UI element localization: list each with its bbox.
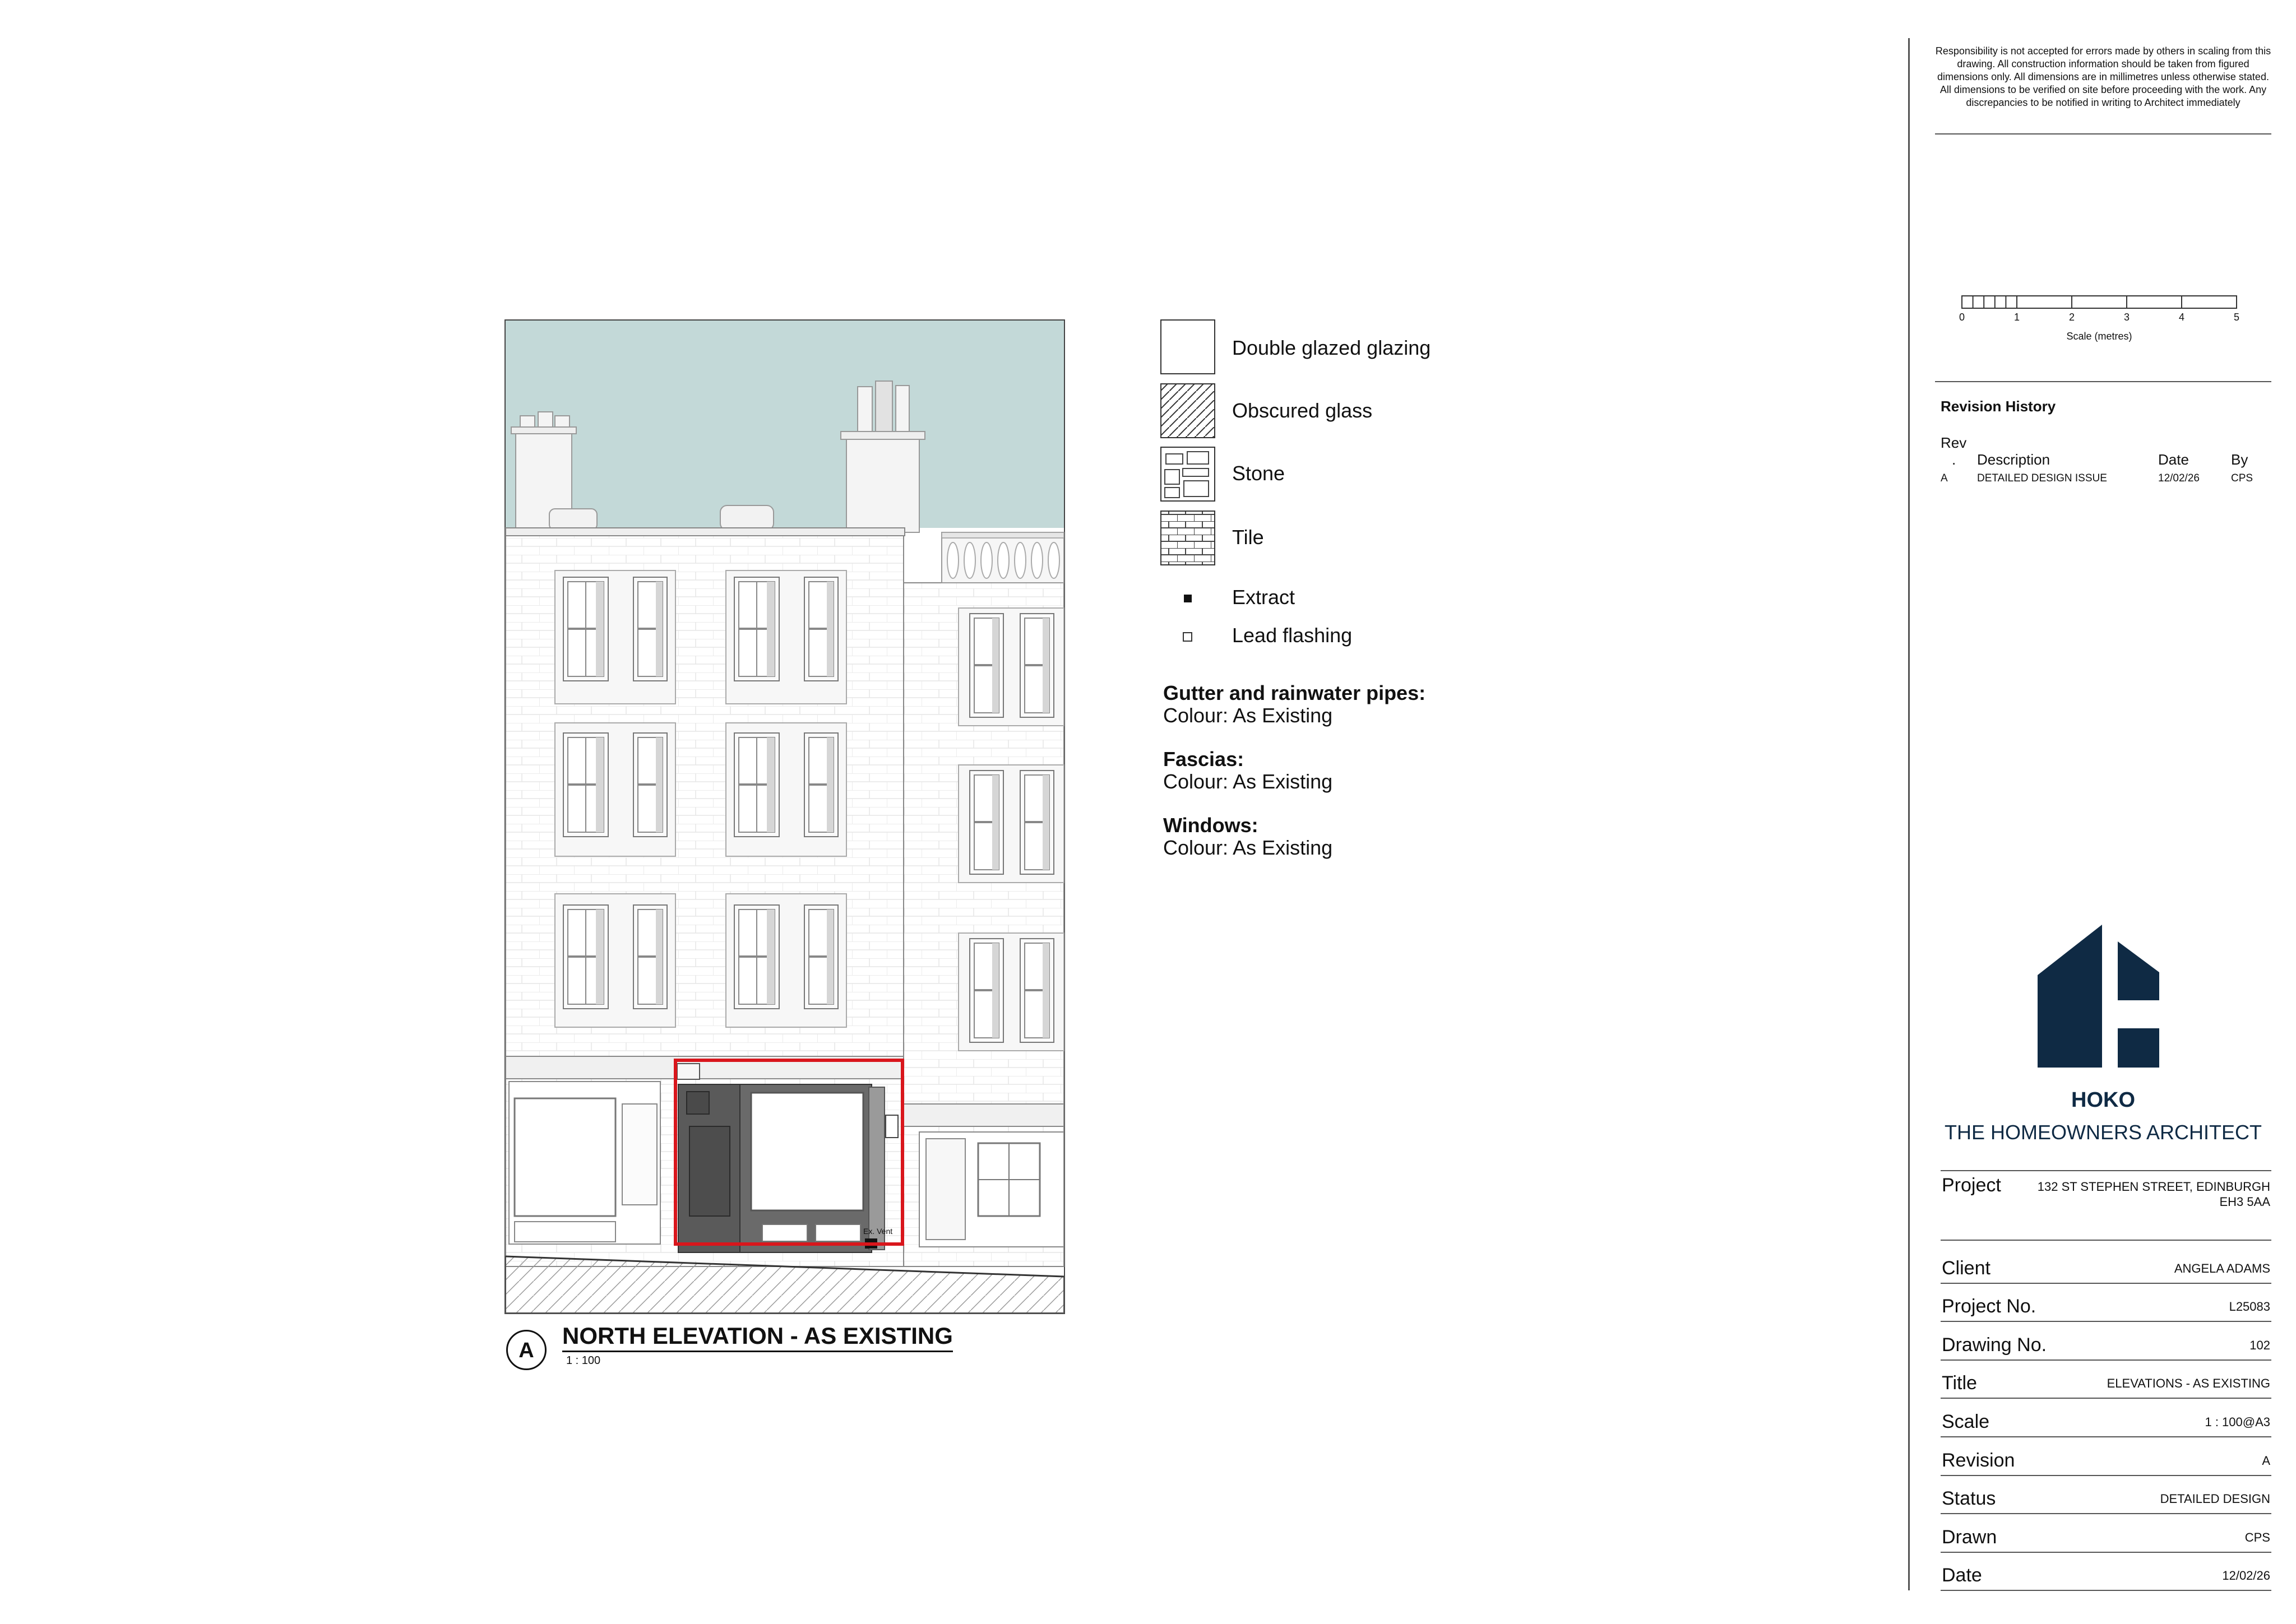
project-rule-bottom	[1941, 1240, 2271, 1241]
title-block-label: Client	[1942, 1257, 1991, 1279]
title-block-value: 1 : 100@A3	[2205, 1414, 2270, 1429]
title-block-row-drawn: Drawn CPS	[1941, 1514, 2271, 1553]
swatch-tile	[1160, 511, 1215, 565]
title-block-label: Project No.	[1942, 1296, 2036, 1317]
title-block-value: CPS	[2244, 1530, 2270, 1544]
rev-row-date: 12/02/26	[2158, 472, 2200, 484]
brand-tagline: THE HOMEOWNERS ARCHITECT	[1944, 1121, 2262, 1144]
title-block-label: Revision	[1942, 1449, 2015, 1471]
title-block-label: Title	[1942, 1372, 1977, 1394]
note-fascias-value: Colour: As Existing	[1163, 770, 1333, 793]
title-block-label: Scale	[1942, 1410, 1990, 1432]
drawing-marker: A	[506, 1330, 547, 1370]
legend-stone: Stone	[1232, 462, 1285, 485]
scale-tick-1: 1	[2014, 312, 2020, 323]
title-block-value: A	[2262, 1453, 2270, 1468]
swatch-stone	[1160, 447, 1215, 502]
title-block-label: Status	[1942, 1488, 1996, 1510]
title-block-divider	[1908, 38, 1910, 1590]
title-block-value: ANGELA ADAMS	[2174, 1261, 2270, 1275]
title-block-row-client: Client ANGELA ADAMS	[1941, 1245, 2271, 1284]
scale-tick-3: 3	[2124, 312, 2130, 323]
legend-lead-flashing: Lead flashing	[1232, 624, 1353, 647]
title-block-value: 12/02/26	[2222, 1569, 2270, 1583]
scale-tick-0: 0	[1959, 312, 1965, 323]
scale-tick-5: 5	[2234, 312, 2239, 323]
legend-extract: Extract	[1232, 586, 1295, 609]
scale-caption: Scale (metres)	[2066, 331, 2132, 342]
brand-name: HOKO	[2071, 1088, 2135, 1112]
project-label: Project	[1942, 1175, 2001, 1196]
title-block-label: Drawn	[1942, 1526, 1997, 1548]
project-rule-top	[1941, 1170, 2271, 1171]
note-gutter-value: Colour: As Existing	[1163, 704, 1333, 727]
scale-tick-4: 4	[2179, 312, 2184, 323]
rev-row-by: CPS	[2231, 472, 2253, 484]
title-block-value: 102	[2249, 1338, 2270, 1352]
rev-col-date: Date	[2158, 451, 2189, 468]
sky-background	[506, 321, 1064, 528]
side-windows	[958, 607, 1064, 1051]
title-block-label: Date	[1942, 1565, 1982, 1586]
title-block-row-status: Status DETAILED DESIGN	[1941, 1476, 2271, 1515]
title-block-row-title: Title ELEVATIONS - AS EXISTING	[1941, 1361, 2271, 1399]
legend-double-glazed: Double glazed glazing	[1232, 336, 1431, 359]
scale-tick-2: 2	[2069, 312, 2075, 323]
rev-row-rev: A	[1941, 472, 1948, 484]
scale-bar: 0 1 2 3 4 5 Scale (metres)	[1959, 295, 2239, 342]
legend-tile: Tile	[1232, 526, 1264, 549]
note-windows-heading: Windows:	[1163, 814, 1258, 837]
elevation-drawing: Ex. Vent	[504, 319, 1065, 1314]
project-address-line1: 132 ST STEPHEN STREET, EDINBURGH	[2037, 1180, 2270, 1194]
swatch-obscured-glass	[1160, 383, 1215, 438]
note-gutter-heading: Gutter and rainwater pipes:	[1163, 681, 1426, 704]
title-block-row-project-no: Project No. L25083	[1941, 1284, 2271, 1323]
drawing-scale: 1 : 100	[566, 1354, 601, 1367]
title-block-label: Drawing No.	[1942, 1334, 2047, 1356]
extract-symbol	[1184, 595, 1192, 602]
balustrade	[941, 532, 1064, 583]
left-shopfront	[508, 1081, 661, 1245]
disclaimer: Responsibility is not accepted for error…	[1935, 45, 2271, 108]
legend-obscured-glass: Obscured glass	[1232, 399, 1373, 422]
title-block-row-date: Date 12/02/26	[1941, 1553, 2271, 1591]
hoko-logo	[2038, 925, 2159, 1068]
note-fascias-heading: Fascias:	[1163, 748, 1244, 771]
scale-rule	[1935, 381, 2271, 382]
swatch-double-glazed	[1160, 319, 1215, 374]
note-windows-value: Colour: As Existing	[1163, 836, 1333, 859]
title-block-row-drawing-no: Drawing No. 102	[1941, 1322, 2271, 1361]
rev-col-rev-dot: .	[1952, 451, 1956, 468]
rev-row-description: DETAILED DESIGN ISSUE	[1977, 472, 2107, 484]
revision-history-heading: Revision History	[1941, 398, 2056, 415]
highlighted-shop	[677, 1063, 899, 1253]
rev-col-description: Description	[1977, 451, 2050, 468]
rev-col-rev: Rev	[1941, 434, 1967, 451]
title-block-value: DETAILED DESIGN	[2160, 1492, 2270, 1506]
legend-swatches	[1160, 319, 1215, 565]
rev-col-by: By	[2231, 451, 2248, 468]
right-shopfront	[919, 1131, 1064, 1247]
title-block-value: L25083	[2229, 1300, 2270, 1314]
title-block-value: ELEVATIONS - AS EXISTING	[2107, 1376, 2270, 1391]
title-block-row-scale: Scale 1 : 100@A3	[1941, 1399, 2271, 1437]
title-block-row-revision: Revision A	[1941, 1437, 2271, 1476]
disclaimer-rule	[1935, 133, 2271, 134]
project-address-line2: EH3 5AA	[2219, 1195, 2271, 1209]
lead-flashing-symbol	[1183, 632, 1192, 642]
drawing-title: NORTH ELEVATION - AS EXISTING	[562, 1323, 953, 1352]
vent-label: Ex. Vent	[863, 1227, 892, 1236]
